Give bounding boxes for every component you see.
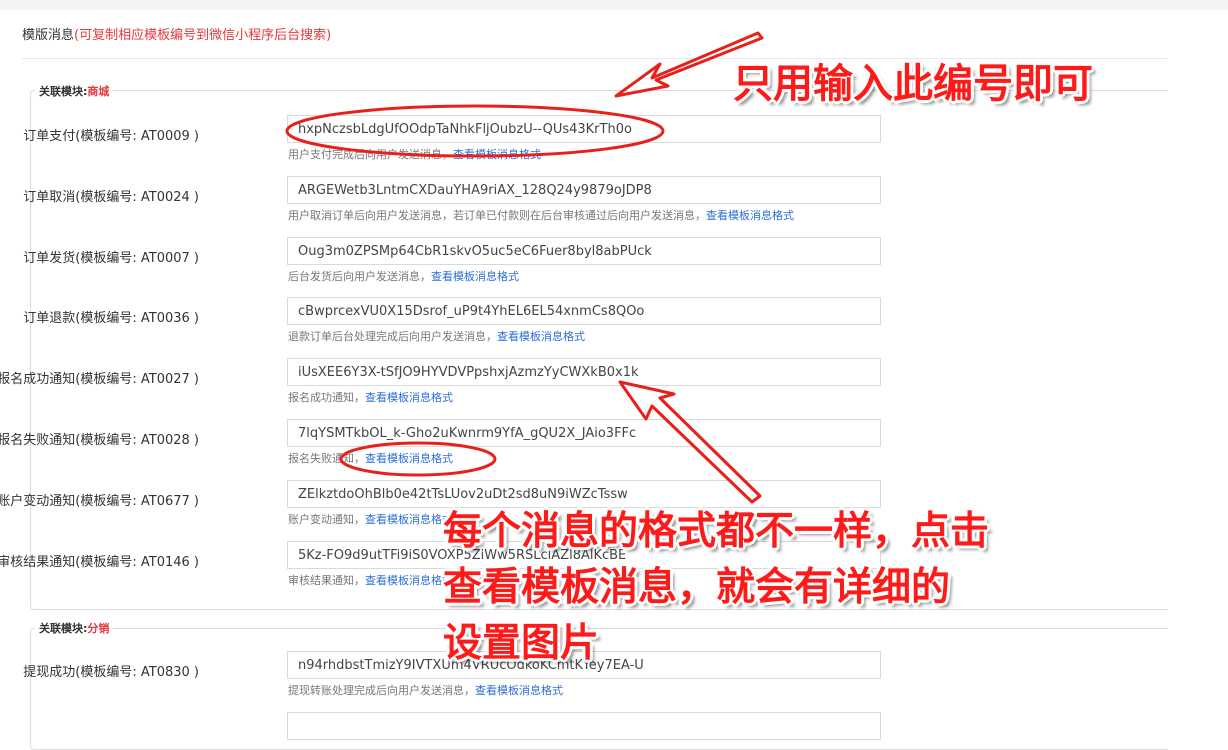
template-help-text: 报名成功通知，查看模板消息格式	[288, 389, 453, 405]
help-description: 用户取消订单后向用户发送消息，若订单已付款则在后台审核通过后向用户发送消息，	[288, 209, 706, 222]
view-template-format-link[interactable]: 查看模板消息格式	[365, 574, 453, 587]
section-header: 模版消息(可复制相应模板编号到微信小程序后台搜索)	[22, 24, 331, 43]
help-description: 账户变动通知，	[288, 513, 365, 526]
help-description: 后台发货后向用户发送消息，	[288, 270, 431, 283]
section-title: 模版消息	[22, 28, 75, 43]
view-template-format-link[interactable]: 查看模板消息格式	[706, 209, 794, 222]
template-row: 报名成功通知(模板编号: AT0027 ) 报名成功通知，查看模板消息格式	[0, 358, 1167, 419]
template-help-text: 审核结果通知，查看模板消息格式	[288, 572, 453, 588]
template-label: 订单取消(模板编号: AT0024 )	[23, 190, 199, 205]
template-help-text: 提现转账处理完成后向用户发送消息，查看模板消息格式	[288, 682, 563, 698]
template-help-text: 退款订单后台处理完成后向用户发送消息，查看模板消息格式	[288, 328, 585, 344]
template-label: 订单发货(模板编号: AT0007 )	[23, 251, 199, 266]
help-description: 提现转账处理完成后向用户发送消息，	[288, 684, 475, 697]
template-label: 账户变动通知(模板编号: AT0677 )	[0, 494, 199, 509]
help-description: 退款订单后台处理完成后向用户发送消息，	[288, 330, 497, 343]
view-template-format-link[interactable]: 查看模板消息格式	[365, 391, 453, 404]
view-template-format-link[interactable]: 查看模板消息格式	[431, 270, 519, 283]
template-id-input-partial[interactable]	[287, 712, 881, 740]
view-template-format-link[interactable]: 查看模板消息格式	[453, 148, 541, 161]
template-label: 报名失败通知(模板编号: AT0028 )	[0, 433, 199, 448]
view-template-format-link[interactable]: 查看模板消息格式	[497, 330, 585, 343]
section-hint: (可复制相应模板编号到微信小程序后台搜索)	[74, 28, 332, 43]
template-label: 订单支付(模板编号: AT0009 )	[23, 129, 199, 144]
callout-bottom-line3: 设置图片	[443, 621, 600, 666]
template-help-text: 用户支付完成后向用户发送消息，查看模板消息格式	[288, 146, 541, 162]
template-row: 订单支付(模板编号: AT0009 ) 用户支付完成后向用户发送消息，查看模板消息…	[0, 115, 1167, 176]
callout-bottom-line2: 查看模板消息，就会有详细的	[443, 565, 951, 610]
template-row: 报名失败通知(模板编号: AT0028 ) 报名失败通知，查看模板消息格式	[0, 419, 1167, 480]
template-id-input[interactable]	[287, 419, 881, 447]
callout-bottom-line1: 每个消息的格式都不一样，点击	[443, 509, 990, 554]
template-label: 提现成功(模板编号: AT0830 )	[23, 665, 199, 680]
template-help-text: 后台发货后向用户发送消息，查看模板消息格式	[288, 268, 519, 284]
view-template-format-link[interactable]: 查看模板消息格式	[365, 452, 453, 465]
template-label: 订单退款(模板编号: AT0036 )	[23, 311, 199, 326]
template-row: 订单取消(模板编号: AT0024 ) 用户取消订单后向用户发送消息，若订单已付款…	[0, 176, 1167, 237]
help-description: 用户支付完成后向用户发送消息，	[288, 148, 453, 161]
template-help-text: 账户变动通知，查看模板消息格式	[288, 511, 453, 527]
template-row: 订单退款(模板编号: AT0036 ) 退款订单后台处理完成后向用户发送消息，查看…	[0, 297, 1167, 358]
view-template-format-link[interactable]: 查看模板消息格式	[365, 513, 453, 526]
template-id-input[interactable]	[287, 176, 881, 204]
module-legend-mall: 关联模块:商城	[35, 83, 114, 99]
template-id-input[interactable]	[287, 297, 881, 325]
help-description: 报名成功通知，	[288, 391, 365, 404]
template-row: 订单发货(模板编号: AT0007 ) 后台发货后向用户发送消息，查看模板消息格式	[0, 237, 1167, 298]
template-help-text: 用户取消订单后向用户发送消息，若订单已付款则在后台审核通过后向用户发送消息，查看…	[288, 207, 794, 223]
template-id-input[interactable]	[287, 115, 881, 143]
view-template-format-link[interactable]: 查看模板消息格式	[475, 684, 563, 697]
template-id-input[interactable]	[287, 358, 881, 386]
module-legend-distribution: 关联模块:分销	[35, 620, 114, 636]
module-name: 分销	[87, 622, 110, 635]
help-description: 报名失败通知，	[288, 452, 365, 465]
callout-top: 只用输入此编号即可	[733, 61, 1093, 107]
module-name: 商城	[87, 85, 110, 98]
top-strip	[0, 0, 1228, 10]
template-label: 报名成功通知(模板编号: AT0027 )	[0, 372, 199, 387]
template-id-input[interactable]	[287, 237, 881, 265]
help-description: 审核结果通知，	[288, 574, 365, 587]
template-label: 审核结果通知(模板编号: AT0146 )	[0, 555, 199, 570]
template-help-text: 报名失败通知，查看模板消息格式	[288, 450, 453, 466]
